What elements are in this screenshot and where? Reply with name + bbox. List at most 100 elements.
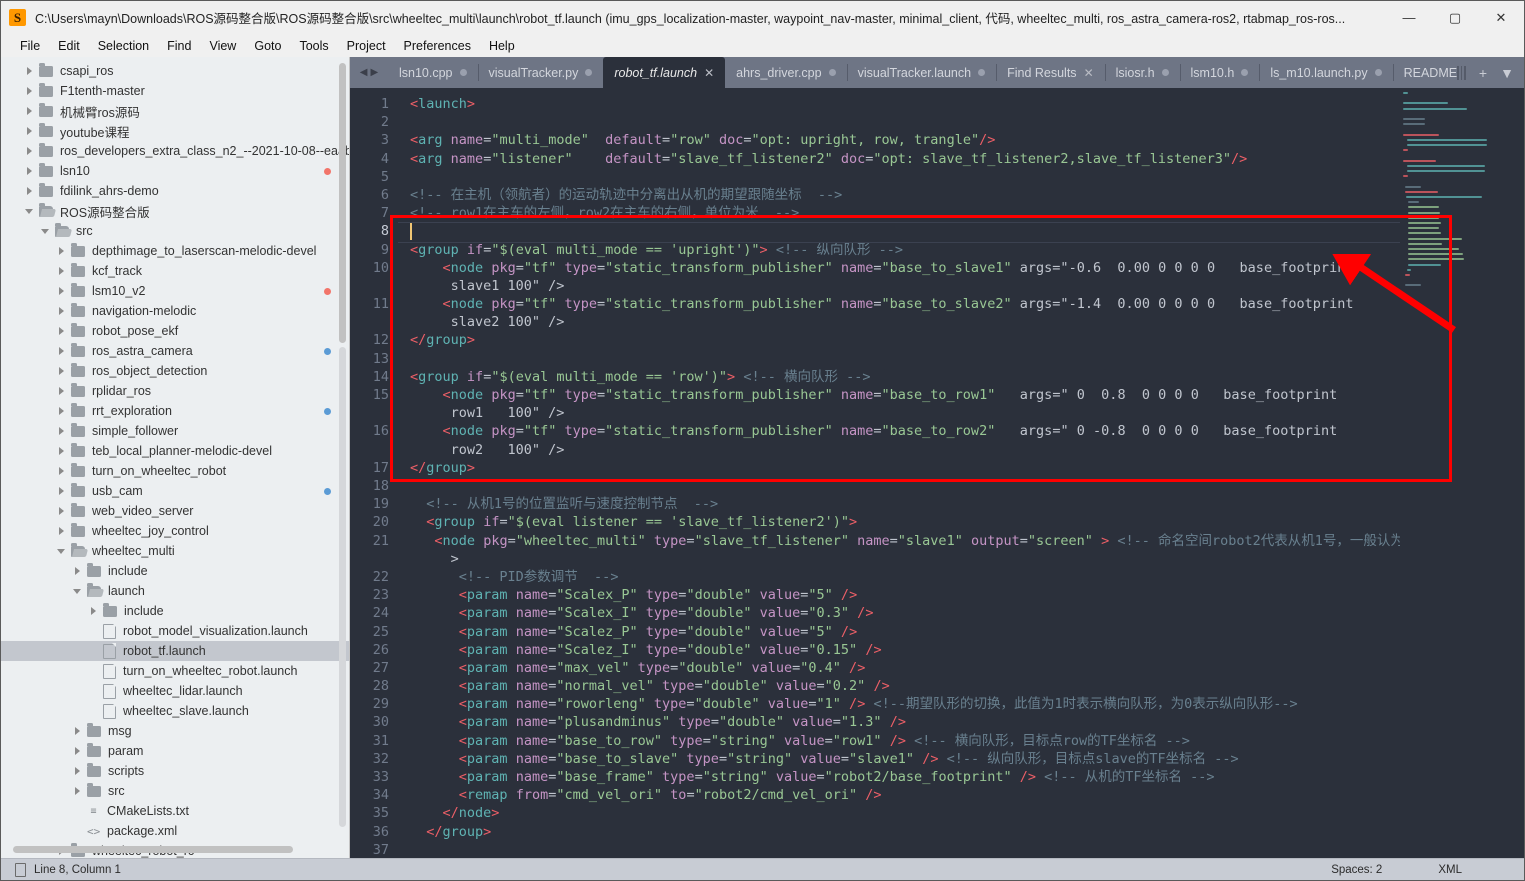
menu-find[interactable]: Find bbox=[158, 36, 200, 56]
tree-folder-row[interactable]: wheeltec_multi bbox=[1, 541, 349, 561]
tab-unsaved-indicator-icon[interactable] bbox=[459, 69, 467, 76]
tab-overflow-menu-icon[interactable]: ▼ bbox=[1496, 57, 1518, 88]
chevron-right-icon[interactable] bbox=[25, 66, 35, 76]
editor-tab[interactable]: robot_tf.launch ✕ bbox=[603, 57, 726, 88]
chevron-right-icon[interactable] bbox=[25, 86, 35, 96]
tree-file-row[interactable]: <> package.xml bbox=[1, 821, 349, 841]
code-line[interactable]: <param name="roworleng" type="double" va… bbox=[398, 695, 1400, 713]
tree-folder-row[interactable]: web_video_server bbox=[1, 501, 349, 521]
chevron-down-icon[interactable] bbox=[57, 546, 67, 556]
chevron-down-icon[interactable] bbox=[41, 226, 51, 236]
code-line[interactable]: </group> bbox=[398, 331, 1400, 349]
sidebar-vertical-scrollbar-lower[interactable] bbox=[339, 347, 346, 827]
tree-file-row[interactable]: wheeltec_lidar.launch bbox=[1, 681, 349, 701]
tree-folder-row[interactable]: youtube课程 bbox=[1, 121, 349, 141]
menu-edit[interactable]: Edit bbox=[49, 36, 89, 56]
tab-unsaved-indicator-icon[interactable] bbox=[1241, 69, 1249, 76]
chevron-right-icon[interactable] bbox=[25, 166, 35, 176]
tree-folder-row[interactable]: navigation-melodic bbox=[1, 301, 349, 321]
chevron-right-icon[interactable] bbox=[73, 786, 83, 796]
code-line[interactable]: <node pkg="tf" type="static_transform_pu… bbox=[398, 386, 1400, 422]
tree-folder-row[interactable]: rplidar_ros bbox=[1, 381, 349, 401]
minimap[interactable] bbox=[1400, 88, 1524, 858]
tab-prev-icon[interactable]: ◀ bbox=[360, 67, 368, 78]
editor-vertical-scrollbar[interactable] bbox=[1510, 88, 1524, 858]
tree-folder-row[interactable]: wheeltec_joy_control bbox=[1, 521, 349, 541]
editor-tab[interactable]: ahrs_driver.cpp bbox=[725, 57, 846, 88]
code-line[interactable]: <param name="Scalex_I" type="double" val… bbox=[398, 604, 1400, 622]
chevron-right-icon[interactable] bbox=[25, 186, 35, 196]
editor-tab[interactable]: ls_m10.launch.py bbox=[1259, 57, 1392, 88]
tree-folder-row[interactable]: lsn10 bbox=[1, 161, 349, 181]
code-line[interactable]: <param name="max_vel" type="double" valu… bbox=[398, 659, 1400, 677]
chevron-down-icon[interactable] bbox=[25, 206, 35, 216]
code-line[interactable]: <param name="base_to_row" type="string" … bbox=[398, 732, 1400, 750]
chevron-down-icon[interactable] bbox=[73, 586, 83, 596]
tree-folder-row[interactable]: src bbox=[1, 221, 349, 241]
tree-file-row[interactable]: ≡ CMakeLists.txt bbox=[1, 801, 349, 821]
code-line[interactable] bbox=[398, 113, 1400, 131]
editor-tab[interactable]: lsn10.cpp bbox=[388, 57, 478, 88]
code-line[interactable]: <arg name="multi_mode" default="row" doc… bbox=[398, 131, 1400, 149]
code-line[interactable]: <!-- 在主机（领航者）的运动轨迹中分离出从机的期望跟随坐标 --> bbox=[398, 186, 1400, 204]
tree-folder-row[interactable]: msg bbox=[1, 721, 349, 741]
tree-folder-row[interactable]: lsm10_v2 bbox=[1, 281, 349, 301]
tree-folder-row[interactable]: fdilink_ahrs-demo bbox=[1, 181, 349, 201]
sidebar-horizontal-scrollbar[interactable] bbox=[13, 846, 293, 853]
chevron-right-icon[interactable] bbox=[57, 326, 67, 336]
tree-folder-row[interactable]: include bbox=[1, 561, 349, 581]
menu-goto[interactable]: Goto bbox=[245, 36, 290, 56]
code-line[interactable]: <!-- PID参数调节 --> bbox=[398, 568, 1400, 586]
code-line[interactable]: </node> bbox=[398, 804, 1400, 822]
editor-tab[interactable]: visualTracker.launch bbox=[846, 57, 996, 88]
tree-folder-row[interactable]: param bbox=[1, 741, 349, 761]
tree-folder-row[interactable]: kcf_track bbox=[1, 261, 349, 281]
editor-tab[interactable]: Find Results ✕ bbox=[996, 57, 1105, 88]
chevron-right-icon[interactable] bbox=[57, 246, 67, 256]
menu-tools[interactable]: Tools bbox=[290, 36, 337, 56]
code-area[interactable]: 1 2 3 4 5 6 7 8 9 10 11 12 13 14 15 16 17 18 19 20 21 22 23 24 2… bbox=[350, 88, 1524, 858]
cursor-position[interactable]: Line 8, Column 1 bbox=[34, 864, 121, 876]
syntax-mode[interactable]: XML bbox=[1438, 864, 1462, 876]
menu-file[interactable]: File bbox=[11, 36, 49, 56]
chevron-right-icon[interactable] bbox=[57, 306, 67, 316]
chevron-right-icon[interactable] bbox=[57, 406, 67, 416]
tree-folder-row[interactable]: scripts bbox=[1, 761, 349, 781]
tree-file-row[interactable]: turn_on_wheeltec_robot.launch bbox=[1, 661, 349, 681]
code-line[interactable]: <param name="base_to_slave" type="string… bbox=[398, 750, 1400, 768]
editor-tab[interactable]: README.txt bbox=[1392, 57, 1457, 88]
tab-unsaved-indicator-icon[interactable] bbox=[1161, 69, 1169, 76]
chevron-right-icon[interactable] bbox=[57, 386, 67, 396]
chevron-right-icon[interactable] bbox=[57, 466, 67, 476]
chevron-right-icon[interactable] bbox=[73, 766, 83, 776]
tree-folder-row[interactable]: teb_local_planner-melodic-devel bbox=[1, 441, 349, 461]
tab-nav-arrows[interactable]: ◀ ▶ bbox=[350, 57, 388, 88]
tree-folder-row[interactable]: launch bbox=[1, 581, 349, 601]
editor-tab[interactable]: lsiosr.h bbox=[1104, 57, 1180, 88]
tree-folder-row[interactable]: ros_astra_camera bbox=[1, 341, 349, 361]
tree-folder-row[interactable]: rrt_exploration bbox=[1, 401, 349, 421]
chevron-right-icon[interactable] bbox=[57, 486, 67, 496]
tab-unsaved-indicator-icon[interactable] bbox=[828, 69, 836, 76]
code-line[interactable]: <param name="Scalez_I" type="double" val… bbox=[398, 641, 1400, 659]
code-line[interactable]: </group> bbox=[398, 823, 1400, 841]
chevron-right-icon[interactable] bbox=[25, 146, 35, 156]
code-line[interactable]: <group if="$(eval listener == 'slave_tf_… bbox=[398, 513, 1400, 531]
code-line[interactable]: <arg name="listener" default="slave_tf_l… bbox=[398, 150, 1400, 168]
tree-folder-row[interactable]: F1tenth-master bbox=[1, 81, 349, 101]
chevron-right-icon[interactable] bbox=[73, 726, 83, 736]
new-tab-button[interactable]: + bbox=[1472, 57, 1494, 88]
code-line[interactable] bbox=[398, 477, 1400, 495]
chevron-right-icon[interactable] bbox=[57, 266, 67, 276]
code-line[interactable]: <!-- 从机1号的位置监听与速度控制节点 --> bbox=[398, 495, 1400, 513]
code-line[interactable]: <param name="base_frame" type="string" v… bbox=[398, 768, 1400, 786]
sidebar-file-tree[interactable]: csapi_ros F1tenth-master 机械臂ros源码 youtube课程… bbox=[1, 57, 350, 858]
chevron-right-icon[interactable] bbox=[57, 426, 67, 436]
tab-close-icon[interactable]: ✕ bbox=[1084, 67, 1094, 79]
tree-folder-row[interactable]: ros_developers_extra_class_n2_--2021-10-… bbox=[1, 141, 349, 161]
maximize-button[interactable]: ▢ bbox=[1432, 1, 1478, 34]
code-line[interactable]: <param name="Scalex_P" type="double" val… bbox=[398, 586, 1400, 604]
tree-folder-row[interactable]: ros_object_detection bbox=[1, 361, 349, 381]
tree-folder-row[interactable]: csapi_ros bbox=[1, 61, 349, 81]
chevron-right-icon[interactable] bbox=[57, 526, 67, 536]
